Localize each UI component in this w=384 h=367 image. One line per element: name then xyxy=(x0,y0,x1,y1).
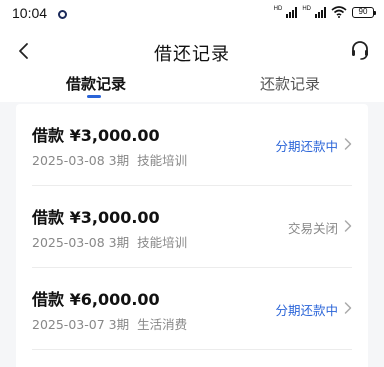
record-amount: ¥3,000.00 xyxy=(69,126,160,145)
nav-bar: 借还记录 xyxy=(0,28,384,74)
record-periods: 3期 xyxy=(108,235,130,250)
signal-icon-2 xyxy=(315,6,326,18)
record-type: 借款 xyxy=(32,290,65,309)
record-purpose: 技能培训 xyxy=(137,235,188,250)
list-item[interactable]: 借款 ¥3,000.00 2025-03-08 3期 技能培训 交易关闭 xyxy=(16,186,368,268)
record-type: 借款 xyxy=(32,126,65,145)
chevron-right-icon xyxy=(344,138,352,150)
record-amount: ¥3,000.00 xyxy=(69,208,160,227)
record-amount-line: 借款 ¥6,000.00 xyxy=(32,286,160,310)
record-meta: 2025-03-07 3期 生活消费 xyxy=(32,314,187,333)
list-item[interactable]: 借款 ¥6,000.00 2025-03-07 3期 生活消费 分期还款中 xyxy=(16,268,368,350)
record-status: 交易关闭 xyxy=(287,221,338,236)
record-status: 分期还款中 xyxy=(275,303,338,318)
list-item[interactable]: 借款 ¥3,000.00 2025-03-08 3期 技能培训 分期还款中 xyxy=(16,104,368,186)
status-icons: HD HD 90 xyxy=(273,6,376,18)
record-date: 2025-03-08 xyxy=(32,235,105,250)
record-periods: 3期 xyxy=(108,153,130,168)
signal-icon-1 xyxy=(286,6,298,18)
record-amount-line: 借款 ¥3,000.00 xyxy=(32,122,160,146)
record-tabs: 借款记录 还款记录 xyxy=(0,74,384,102)
hd-label-1: HD xyxy=(273,6,283,12)
divider xyxy=(32,349,352,350)
record-meta: 2025-03-08 3期 技能培训 xyxy=(32,150,187,169)
record-purpose: 技能培训 xyxy=(137,153,188,168)
record-date: 2025-03-07 xyxy=(32,317,105,332)
record-amount-line: 借款 ¥3,000.00 xyxy=(32,204,160,228)
record-date: 2025-03-08 xyxy=(32,153,105,168)
hd-label-2: HD xyxy=(302,6,311,12)
status-time: 10:04 xyxy=(12,5,48,21)
record-type: 借款 xyxy=(32,208,65,227)
record-status: 分期还款中 xyxy=(275,139,338,154)
status-bar: 10:04 HD HD 90 xyxy=(0,0,384,28)
app-notification-icon xyxy=(58,10,67,19)
battery-icon: 90 xyxy=(352,6,376,18)
record-meta: 2025-03-08 3期 技能培训 xyxy=(32,232,187,251)
wifi-icon xyxy=(331,6,347,18)
borrow-record-list: 借款 ¥3,000.00 2025-03-08 3期 技能培训 分期还款中 借款… xyxy=(16,104,368,367)
tab-active-indicator xyxy=(87,95,101,98)
record-periods: 3期 xyxy=(108,317,130,332)
chevron-right-icon xyxy=(344,302,352,314)
record-purpose: 生活消费 xyxy=(137,317,188,332)
customer-service-icon[interactable] xyxy=(350,39,370,61)
record-amount: ¥6,000.00 xyxy=(69,290,160,309)
chevron-right-icon xyxy=(344,220,352,232)
page-title: 借还记录 xyxy=(154,44,230,65)
tab-repay-records[interactable]: 还款记录 xyxy=(230,74,350,102)
